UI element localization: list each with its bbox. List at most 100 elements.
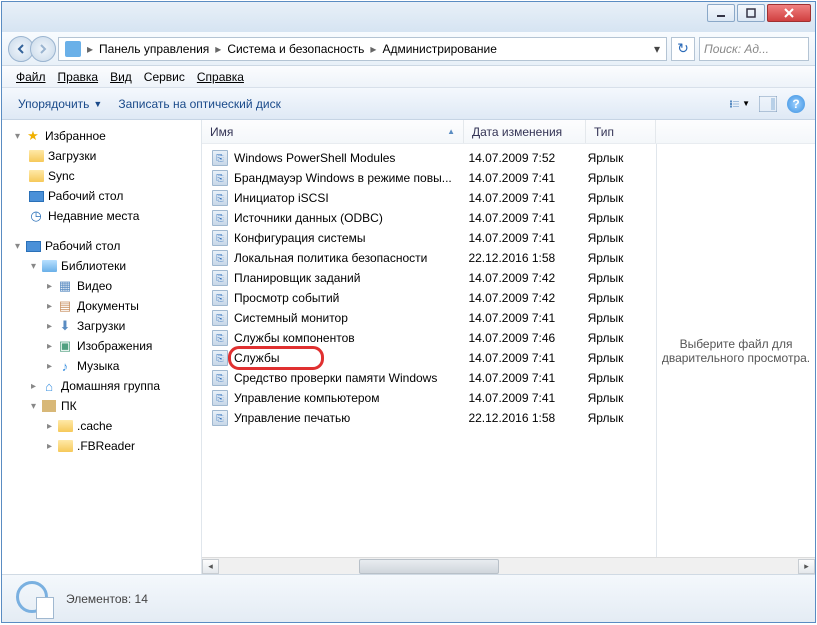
tree-pc[interactable]: ▾ПК bbox=[2, 396, 201, 416]
tree-recent[interactable]: ◷Недавние места bbox=[2, 206, 201, 226]
tree-label: Избранное bbox=[45, 129, 106, 143]
scroll-thumb[interactable] bbox=[359, 559, 499, 574]
tree-fbreader[interactable]: ▸.FBReader bbox=[2, 436, 201, 456]
tree-images[interactable]: ▸▣Изображения bbox=[2, 336, 201, 356]
menu-file[interactable]: Файл bbox=[10, 68, 52, 86]
tree-libraries[interactable]: ▾Библиотеки bbox=[2, 256, 201, 276]
expand-icon[interactable]: ▸ bbox=[44, 281, 55, 292]
file-date: 14.07.2009 7:41 bbox=[468, 351, 587, 365]
file-row[interactable]: ⎘Инициатор iSCSI14.07.2009 7:41Ярлык bbox=[202, 188, 656, 208]
file-row[interactable]: ⎘Конфигурация системы14.07.2009 7:41Ярлы… bbox=[202, 228, 656, 248]
expand-icon[interactable]: ▸ bbox=[44, 301, 55, 312]
expand-icon[interactable]: ▸ bbox=[44, 421, 55, 432]
maximize-button[interactable] bbox=[737, 4, 765, 22]
file-date: 14.07.2009 7:41 bbox=[468, 211, 587, 225]
chevron-right-icon[interactable]: ▸ bbox=[213, 42, 223, 56]
horizontal-scrollbar[interactable]: ◂ ▸ bbox=[202, 557, 815, 574]
help-icon: ? bbox=[787, 95, 805, 113]
file-row[interactable]: ⎘Планировщик заданий14.07.2009 7:42Ярлык bbox=[202, 268, 656, 288]
shortcut-icon: ⎘ bbox=[212, 250, 228, 266]
file-list[interactable]: ⎘Windows PowerShell Modules14.07.2009 7:… bbox=[202, 144, 656, 557]
file-row[interactable]: ⎘Источники данных (ODBC)14.07.2009 7:41Я… bbox=[202, 208, 656, 228]
expand-icon[interactable]: ▸ bbox=[28, 381, 39, 392]
burn-button[interactable]: Записать на оптический диск bbox=[110, 93, 289, 115]
file-row[interactable]: ⎘Службы компонентов14.07.2009 7:46Ярлык bbox=[202, 328, 656, 348]
tree-desktop-fav[interactable]: Рабочий стол bbox=[2, 186, 201, 206]
file-row[interactable]: ⎘Брандмауэр Windows в режиме повы...14.0… bbox=[202, 168, 656, 188]
file-row[interactable]: ⎘Локальная политика безопасности22.12.20… bbox=[202, 248, 656, 268]
location-icon bbox=[65, 41, 81, 57]
tree-favorites[interactable]: ▾★Избранное bbox=[2, 126, 201, 146]
file-row[interactable]: ⎘Windows PowerShell Modules14.07.2009 7:… bbox=[202, 148, 656, 168]
menu-tools[interactable]: Сервис bbox=[138, 68, 191, 86]
column-name[interactable]: Имя▲ bbox=[202, 120, 464, 143]
column-date[interactable]: Дата изменения bbox=[464, 120, 586, 143]
file-row[interactable]: ⎘Управление компьютером14.07.2009 7:41Яр… bbox=[202, 388, 656, 408]
folder-icon bbox=[29, 170, 44, 182]
view-button[interactable]: ▼ bbox=[729, 93, 751, 115]
scroll-track[interactable] bbox=[219, 559, 798, 574]
nav-tree[interactable]: ▾★Избранное Загрузки Sync Рабочий стол ◷… bbox=[2, 120, 202, 574]
menu-view[interactable]: Вид bbox=[104, 68, 138, 86]
expand-icon[interactable]: ▸ bbox=[44, 361, 55, 372]
expand-icon[interactable]: ▸ bbox=[44, 441, 55, 452]
tree-downloads2[interactable]: ▸⬇Загрузки bbox=[2, 316, 201, 336]
tree-desktop[interactable]: ▾ Рабочий стол bbox=[2, 236, 201, 256]
shortcut-icon: ⎘ bbox=[212, 410, 228, 426]
menu-help[interactable]: Справка bbox=[191, 68, 250, 86]
tree-documents[interactable]: ▸▤Документы bbox=[2, 296, 201, 316]
collapse-icon[interactable]: ▾ bbox=[28, 401, 39, 412]
collapse-icon[interactable]: ▾ bbox=[28, 261, 39, 272]
search-input[interactable]: Поиск: Ад... bbox=[699, 37, 809, 61]
scroll-left-button[interactable]: ◂ bbox=[202, 559, 219, 574]
chevron-right-icon[interactable]: ▸ bbox=[368, 42, 378, 56]
shortcut-icon: ⎘ bbox=[212, 370, 228, 386]
file-row[interactable]: ⎘Системный монитор14.07.2009 7:41Ярлык bbox=[202, 308, 656, 328]
file-name: Просмотр событий bbox=[234, 291, 468, 305]
tree-music[interactable]: ▸♪Музыка bbox=[2, 356, 201, 376]
organize-button[interactable]: Упорядочить▼ bbox=[10, 93, 110, 115]
tree-label: Рабочий стол bbox=[45, 239, 120, 253]
file-type: Ярлык bbox=[588, 171, 656, 185]
titlebar[interactable] bbox=[2, 2, 815, 32]
shortcut-icon: ⎘ bbox=[212, 350, 228, 366]
forward-button[interactable] bbox=[30, 36, 56, 62]
breadcrumb[interactable]: ▸ Панель управления ▸ Система и безопасн… bbox=[58, 37, 667, 61]
column-type[interactable]: Тип bbox=[586, 120, 656, 143]
breadcrumb-item[interactable]: Система и безопасность bbox=[223, 42, 368, 56]
video-icon: ▦ bbox=[57, 278, 73, 294]
breadcrumb-dropdown[interactable]: ▾ bbox=[650, 42, 664, 56]
column-headers: Имя▲ Дата изменения Тип bbox=[202, 120, 815, 144]
tree-homegroup[interactable]: ▸⌂Домашняя группа bbox=[2, 376, 201, 396]
expand-icon[interactable]: ▸ bbox=[44, 341, 55, 352]
breadcrumb-item[interactable]: Панель управления bbox=[95, 42, 213, 56]
expand-icon[interactable]: ▸ bbox=[44, 321, 55, 332]
file-row[interactable]: ⎘Средство проверки памяти Windows14.07.2… bbox=[202, 368, 656, 388]
minimize-button[interactable] bbox=[707, 4, 735, 22]
menu-edit[interactable]: Правка bbox=[52, 68, 105, 86]
tree-videos[interactable]: ▸▦Видео bbox=[2, 276, 201, 296]
collapse-icon[interactable]: ▾ bbox=[12, 241, 23, 252]
sort-asc-icon: ▲ bbox=[447, 127, 455, 136]
tree-downloads[interactable]: Загрузки bbox=[2, 146, 201, 166]
toolbar: Упорядочить▼ Записать на оптический диск… bbox=[2, 88, 815, 120]
close-button[interactable] bbox=[767, 4, 811, 22]
collapse-icon[interactable]: ▾ bbox=[12, 131, 23, 142]
chevron-right-icon[interactable]: ▸ bbox=[85, 42, 95, 56]
file-row[interactable]: ⎘Службы14.07.2009 7:41Ярлык bbox=[202, 348, 656, 368]
tree-cache[interactable]: ▸.cache bbox=[2, 416, 201, 436]
file-row[interactable]: ⎘Управление печатью22.12.2016 1:58Ярлык bbox=[202, 408, 656, 428]
tree-label: Рабочий стол bbox=[48, 189, 123, 203]
file-name: Конфигурация системы bbox=[234, 231, 468, 245]
desktop-icon bbox=[29, 191, 44, 202]
file-name: Управление печатью bbox=[234, 411, 468, 425]
scroll-right-button[interactable]: ▸ bbox=[798, 559, 815, 574]
breadcrumb-item[interactable]: Администрирование bbox=[378, 42, 500, 56]
refresh-button[interactable]: ↻ bbox=[671, 37, 695, 61]
file-type: Ярлык bbox=[588, 231, 656, 245]
tree-sync[interactable]: Sync bbox=[2, 166, 201, 186]
file-row[interactable]: ⎘Просмотр событий14.07.2009 7:42Ярлык bbox=[202, 288, 656, 308]
file-type: Ярлык bbox=[588, 251, 656, 265]
help-button[interactable]: ? bbox=[785, 93, 807, 115]
preview-pane-button[interactable] bbox=[757, 93, 779, 115]
